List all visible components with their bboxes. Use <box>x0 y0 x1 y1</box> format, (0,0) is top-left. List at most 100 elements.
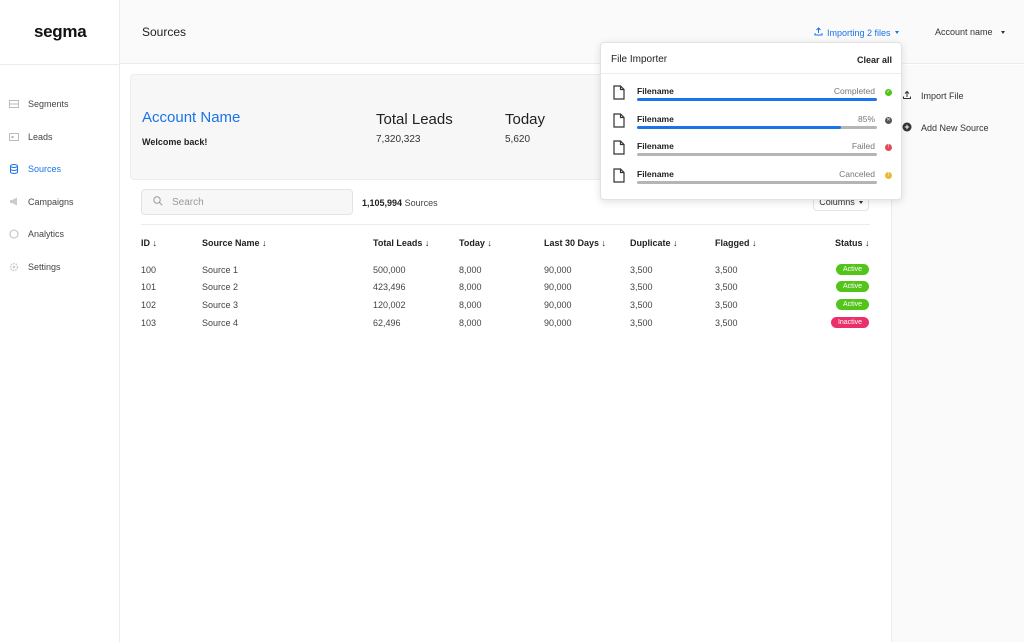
cell-last-30-days: 90,000 <box>544 300 572 310</box>
sidebar-divider <box>0 64 120 65</box>
search-input[interactable] <box>172 196 332 208</box>
file-row: Filename Completed ✓ <box>601 85 901 111</box>
cell-flagged: 3,500 <box>715 282 738 292</box>
importing-files-dropdown[interactable]: Importing 2 files <box>814 27 899 38</box>
sidebar-item-label: Campaigns <box>28 196 74 207</box>
sidebar-item-campaigns[interactable]: Campaigns <box>0 186 120 219</box>
sidebar-item-segments[interactable]: Segments <box>0 88 120 121</box>
cell-flagged: 3,500 <box>715 300 738 310</box>
chevron-down-icon <box>1000 30 1005 34</box>
account-name[interactable]: Account Name <box>142 109 240 126</box>
status-badge: Active <box>836 264 869 275</box>
database-icon <box>9 164 19 175</box>
cell-total-leads: 500,000 <box>373 265 406 275</box>
file-name: Filename <box>637 169 674 179</box>
sidebar-item-label: Analytics <box>28 229 65 240</box>
file-status: 85% <box>857 114 875 124</box>
plus-circle-icon <box>902 122 912 134</box>
column-header-today[interactable]: Today ↓ <box>459 238 492 248</box>
app-logo[interactable]: segma <box>34 22 87 42</box>
search-icon <box>153 196 163 208</box>
column-header-duplicate[interactable]: Duplicate ↓ <box>630 238 678 248</box>
sources-count-unit: Sources <box>404 198 438 208</box>
sources-count: 1,105,994 Sources <box>362 198 438 208</box>
account-label: Account name <box>935 27 993 37</box>
file-icon <box>613 140 625 157</box>
column-header-flagged[interactable]: Flagged ↓ <box>715 238 757 248</box>
cell-last-30-days: 90,000 <box>544 318 572 328</box>
file-icon <box>613 85 625 102</box>
stat-total-leads-value: 7,320,323 <box>376 134 421 145</box>
cell-duplicate: 3,500 <box>630 282 653 292</box>
sidebar-item-label: Sources <box>28 164 62 175</box>
analytics-icon <box>9 229 19 239</box>
sidebar-item-settings[interactable]: Settings <box>0 251 120 284</box>
sidebar-nav: Segments Leads Sources Campaigns Analyti… <box>0 88 120 283</box>
file-row: Filename 85% ✕ <box>601 113 901 139</box>
cell-id: 102 <box>141 300 157 310</box>
cell-flagged: 3,500 <box>715 318 738 328</box>
file-icon <box>613 168 625 185</box>
column-header-last-30-days[interactable]: Last 30 Days ↓ <box>544 238 606 248</box>
welcome-message: Welcome back! <box>142 137 208 147</box>
status-badge: Active <box>836 299 869 310</box>
cell-source-name: Source 4 <box>202 318 239 328</box>
cell-duplicate: 3,500 <box>630 265 653 275</box>
progress-bar <box>637 126 877 129</box>
chevron-down-icon <box>858 200 863 204</box>
file-name: Filename <box>637 86 674 96</box>
cell-id: 100 <box>141 265 157 275</box>
cell-today: 8,000 <box>459 265 482 275</box>
file-status: Failed <box>851 141 875 151</box>
check-icon: ✓ <box>885 89 892 96</box>
progress-fill <box>637 98 877 101</box>
segments-icon <box>9 99 19 109</box>
file-icon <box>613 113 625 130</box>
sidebar-item-sources[interactable]: Sources <box>0 153 120 186</box>
cell-id: 103 <box>141 318 157 328</box>
file-importer-title: File Importer <box>611 54 668 65</box>
upload-icon <box>902 90 912 102</box>
search-box[interactable] <box>141 189 353 215</box>
sidebar-item-label: Settings <box>28 261 61 272</box>
error-icon: ! <box>885 144 892 151</box>
table-divider <box>141 224 870 225</box>
column-header-total-leads[interactable]: Total Leads ↓ <box>373 238 429 248</box>
file-name: Filename <box>637 141 674 151</box>
progress-bar <box>637 153 877 156</box>
cell-source-name: Source 3 <box>202 300 239 310</box>
leads-icon <box>9 132 19 142</box>
cell-id: 101 <box>141 282 157 292</box>
cell-total-leads: 423,496 <box>373 282 406 292</box>
file-name: Filename <box>637 114 674 124</box>
importing-label: Importing 2 files <box>827 27 891 38</box>
sidebar-item-leads[interactable]: Leads <box>0 121 120 154</box>
add-new-source-button[interactable]: Add New Source <box>902 122 989 134</box>
import-file-button[interactable]: Import File <box>902 90 964 102</box>
close-icon[interactable]: ✕ <box>885 117 892 124</box>
column-header-id[interactable]: ID ↓ <box>141 238 157 248</box>
clear-all-button[interactable]: Clear all <box>857 55 892 65</box>
stat-today-label: Today <box>505 111 546 128</box>
gear-icon <box>9 262 19 272</box>
sidebar-item-label: Leads <box>28 131 53 142</box>
cell-duplicate: 3,500 <box>630 300 653 310</box>
progress-bar <box>637 98 877 101</box>
cell-today: 8,000 <box>459 282 482 292</box>
progress-bar <box>637 181 877 184</box>
column-header-source-name[interactable]: Source Name ↓ <box>202 238 267 248</box>
sidebar-item-analytics[interactable]: Analytics <box>0 218 120 251</box>
progress-fill <box>637 126 841 129</box>
cell-total-leads: 62,496 <box>373 318 401 328</box>
page-title: Sources <box>142 25 187 39</box>
status-badge: Inactive <box>831 317 869 328</box>
cell-total-leads: 120,002 <box>373 300 406 310</box>
file-row: Filename Canceled ! <box>601 168 901 194</box>
megaphone-icon <box>9 197 19 207</box>
status-badge: Active <box>836 281 869 292</box>
column-header-status[interactable]: Status ↓ <box>835 238 870 248</box>
account-menu[interactable]: Account name <box>935 27 1005 37</box>
chevron-down-icon <box>894 31 899 34</box>
popover-divider <box>601 73 901 74</box>
file-row: Filename Failed ! <box>601 140 901 166</box>
